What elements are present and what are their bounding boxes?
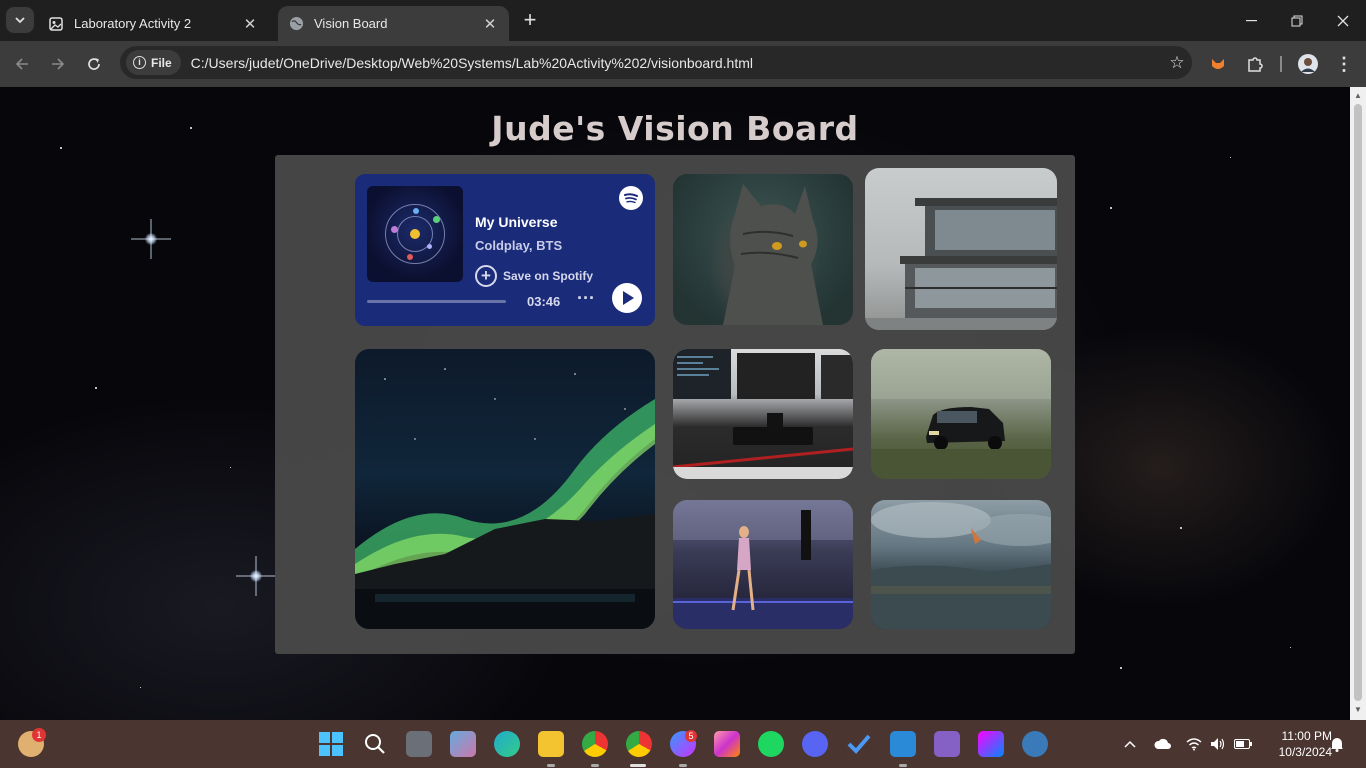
- scroll-down-icon[interactable]: ▼: [1353, 705, 1363, 715]
- running-indicator: [547, 764, 555, 767]
- tab-vision-board[interactable]: Vision Board ✕: [278, 6, 509, 41]
- running-indicator: [591, 764, 599, 767]
- menu-kebab-icon[interactable]: ⋮: [1332, 52, 1356, 76]
- page-scrollbar[interactable]: ▲ ▼: [1350, 87, 1366, 720]
- page-icon: [48, 16, 64, 32]
- album-cover: [367, 186, 463, 282]
- tab-laboratory-activity[interactable]: Laboratory Activity 2 ✕: [38, 6, 269, 41]
- bookmark-star-icon[interactable]: ☆: [1162, 53, 1192, 73]
- tab-bar: Laboratory Activity 2 ✕ Vision Board ✕ +: [0, 0, 1366, 41]
- search-icon[interactable]: [362, 731, 388, 757]
- chip-label: File: [151, 55, 172, 70]
- play-button[interactable]: [612, 283, 642, 313]
- edge-icon[interactable]: [494, 731, 520, 757]
- spotify-player[interactable]: My Universe Coldplay, BTS + Save on Spot…: [355, 174, 655, 326]
- running-indicator: [899, 764, 907, 767]
- crowd-field-photo: [871, 500, 1051, 629]
- spotify-icon[interactable]: [758, 731, 784, 757]
- clock-time: 11:00 PM: [1281, 729, 1332, 743]
- volume-icon[interactable]: [1210, 720, 1226, 768]
- forward-icon[interactable]: [46, 52, 70, 76]
- system-clock[interactable]: 11:00 PM 10/3/2024: [1262, 728, 1332, 760]
- star: [1120, 667, 1122, 669]
- info-icon: i: [133, 56, 146, 69]
- modern-house-photo: [865, 168, 1057, 330]
- star-flare: [236, 556, 276, 596]
- page-title: Jude's Vision Board: [491, 109, 859, 148]
- artist-name[interactable]: Coldplay, BTS: [475, 238, 562, 253]
- tab-title: Laboratory Activity 2: [74, 16, 192, 31]
- more-options-icon[interactable]: ···: [577, 288, 595, 309]
- extension-fox-icon[interactable]: [1206, 52, 1230, 76]
- star: [1290, 647, 1291, 648]
- chrome-icon[interactable]: [582, 731, 608, 757]
- spotify-logo-icon[interactable]: [619, 186, 643, 210]
- plus-circle-icon: +: [475, 265, 497, 287]
- taskbar: 1 5 11:00 PM 10/3/2024: [0, 720, 1366, 768]
- tab-search-button[interactable]: [6, 7, 34, 33]
- chevron-down-icon: [15, 17, 25, 24]
- browser-toolbar: i File C:/Users/judet/OneDrive/Desktop/W…: [0, 41, 1366, 87]
- chrome-profile-icon[interactable]: [626, 731, 652, 757]
- wifi-icon[interactable]: [1186, 720, 1202, 768]
- battery-icon[interactable]: [1234, 720, 1252, 768]
- star: [230, 467, 231, 468]
- star: [1110, 207, 1112, 209]
- scroll-up-icon[interactable]: ▲: [1353, 91, 1363, 101]
- discord-icon[interactable]: [802, 731, 828, 757]
- star: [95, 387, 97, 389]
- suv-car-photo: [871, 349, 1051, 479]
- star: [1180, 527, 1182, 529]
- chevron-up-icon[interactable]: [1124, 720, 1136, 768]
- messenger-badge: 5: [685, 730, 697, 742]
- star-flare: [131, 219, 171, 259]
- tab-title: Vision Board: [314, 16, 388, 31]
- file-explorer-icon[interactable]: [538, 731, 564, 757]
- save-on-spotify-button[interactable]: + Save on Spotify: [475, 265, 593, 287]
- calculator-icon[interactable]: [1022, 731, 1048, 757]
- tab-close-icon[interactable]: ✕: [241, 15, 259, 33]
- profile-avatar[interactable]: [1296, 52, 1320, 76]
- clock-date: 10/3/2024: [1278, 745, 1332, 759]
- visual-studio-icon[interactable]: [934, 731, 960, 757]
- concert-stage-photo: [673, 500, 853, 629]
- new-tab-button[interactable]: +: [518, 9, 542, 33]
- notification-bell-icon[interactable]: [1330, 720, 1344, 768]
- close-window-icon[interactable]: [1320, 0, 1366, 41]
- restore-icon[interactable]: [1274, 0, 1320, 41]
- tab-close-icon[interactable]: ✕: [481, 15, 499, 33]
- star: [140, 687, 141, 688]
- url-text[interactable]: C:/Users/judet/OneDrive/Desktop/Web%20Sy…: [191, 55, 1162, 71]
- page-viewport: Jude's Vision Board My Universe Coldplay…: [0, 87, 1350, 720]
- track-time: 03:46: [527, 294, 561, 309]
- onedrive-cloud-icon[interactable]: [1154, 720, 1172, 768]
- instagram-icon[interactable]: [714, 731, 740, 757]
- progress-bar[interactable]: [367, 300, 506, 303]
- cat-photo: [673, 174, 853, 325]
- scrollbar-thumb[interactable]: [1354, 104, 1362, 701]
- copilot-icon[interactable]: [450, 731, 476, 757]
- todo-check-icon[interactable]: [846, 731, 872, 757]
- vscode-icon[interactable]: [890, 731, 916, 757]
- back-icon[interactable]: [10, 52, 34, 76]
- globe-icon: [288, 16, 304, 32]
- extensions-puzzle-icon[interactable]: [1243, 52, 1267, 76]
- widgets-badge: 1: [32, 728, 46, 742]
- address-bar[interactable]: i File C:/Users/judet/OneDrive/Desktop/W…: [120, 46, 1192, 79]
- intellij-icon[interactable]: [978, 731, 1004, 757]
- minimize-icon[interactable]: [1228, 0, 1274, 41]
- reload-icon[interactable]: [82, 52, 106, 76]
- toolbar-divider: [1280, 56, 1282, 72]
- vision-board-panel: My Universe Coldplay, BTS + Save on Spot…: [275, 155, 1075, 654]
- site-info-chip[interactable]: i File: [126, 50, 181, 75]
- save-label: Save on Spotify: [503, 269, 594, 283]
- star: [1230, 157, 1231, 158]
- start-windows-icon[interactable]: [318, 731, 344, 757]
- task-view-icon[interactable]: [406, 731, 432, 757]
- desk-setup-photo: [673, 349, 853, 479]
- song-title[interactable]: My Universe: [475, 214, 557, 230]
- running-indicator: [679, 764, 687, 767]
- active-indicator: [630, 764, 646, 767]
- aurora-photo: [355, 349, 655, 629]
